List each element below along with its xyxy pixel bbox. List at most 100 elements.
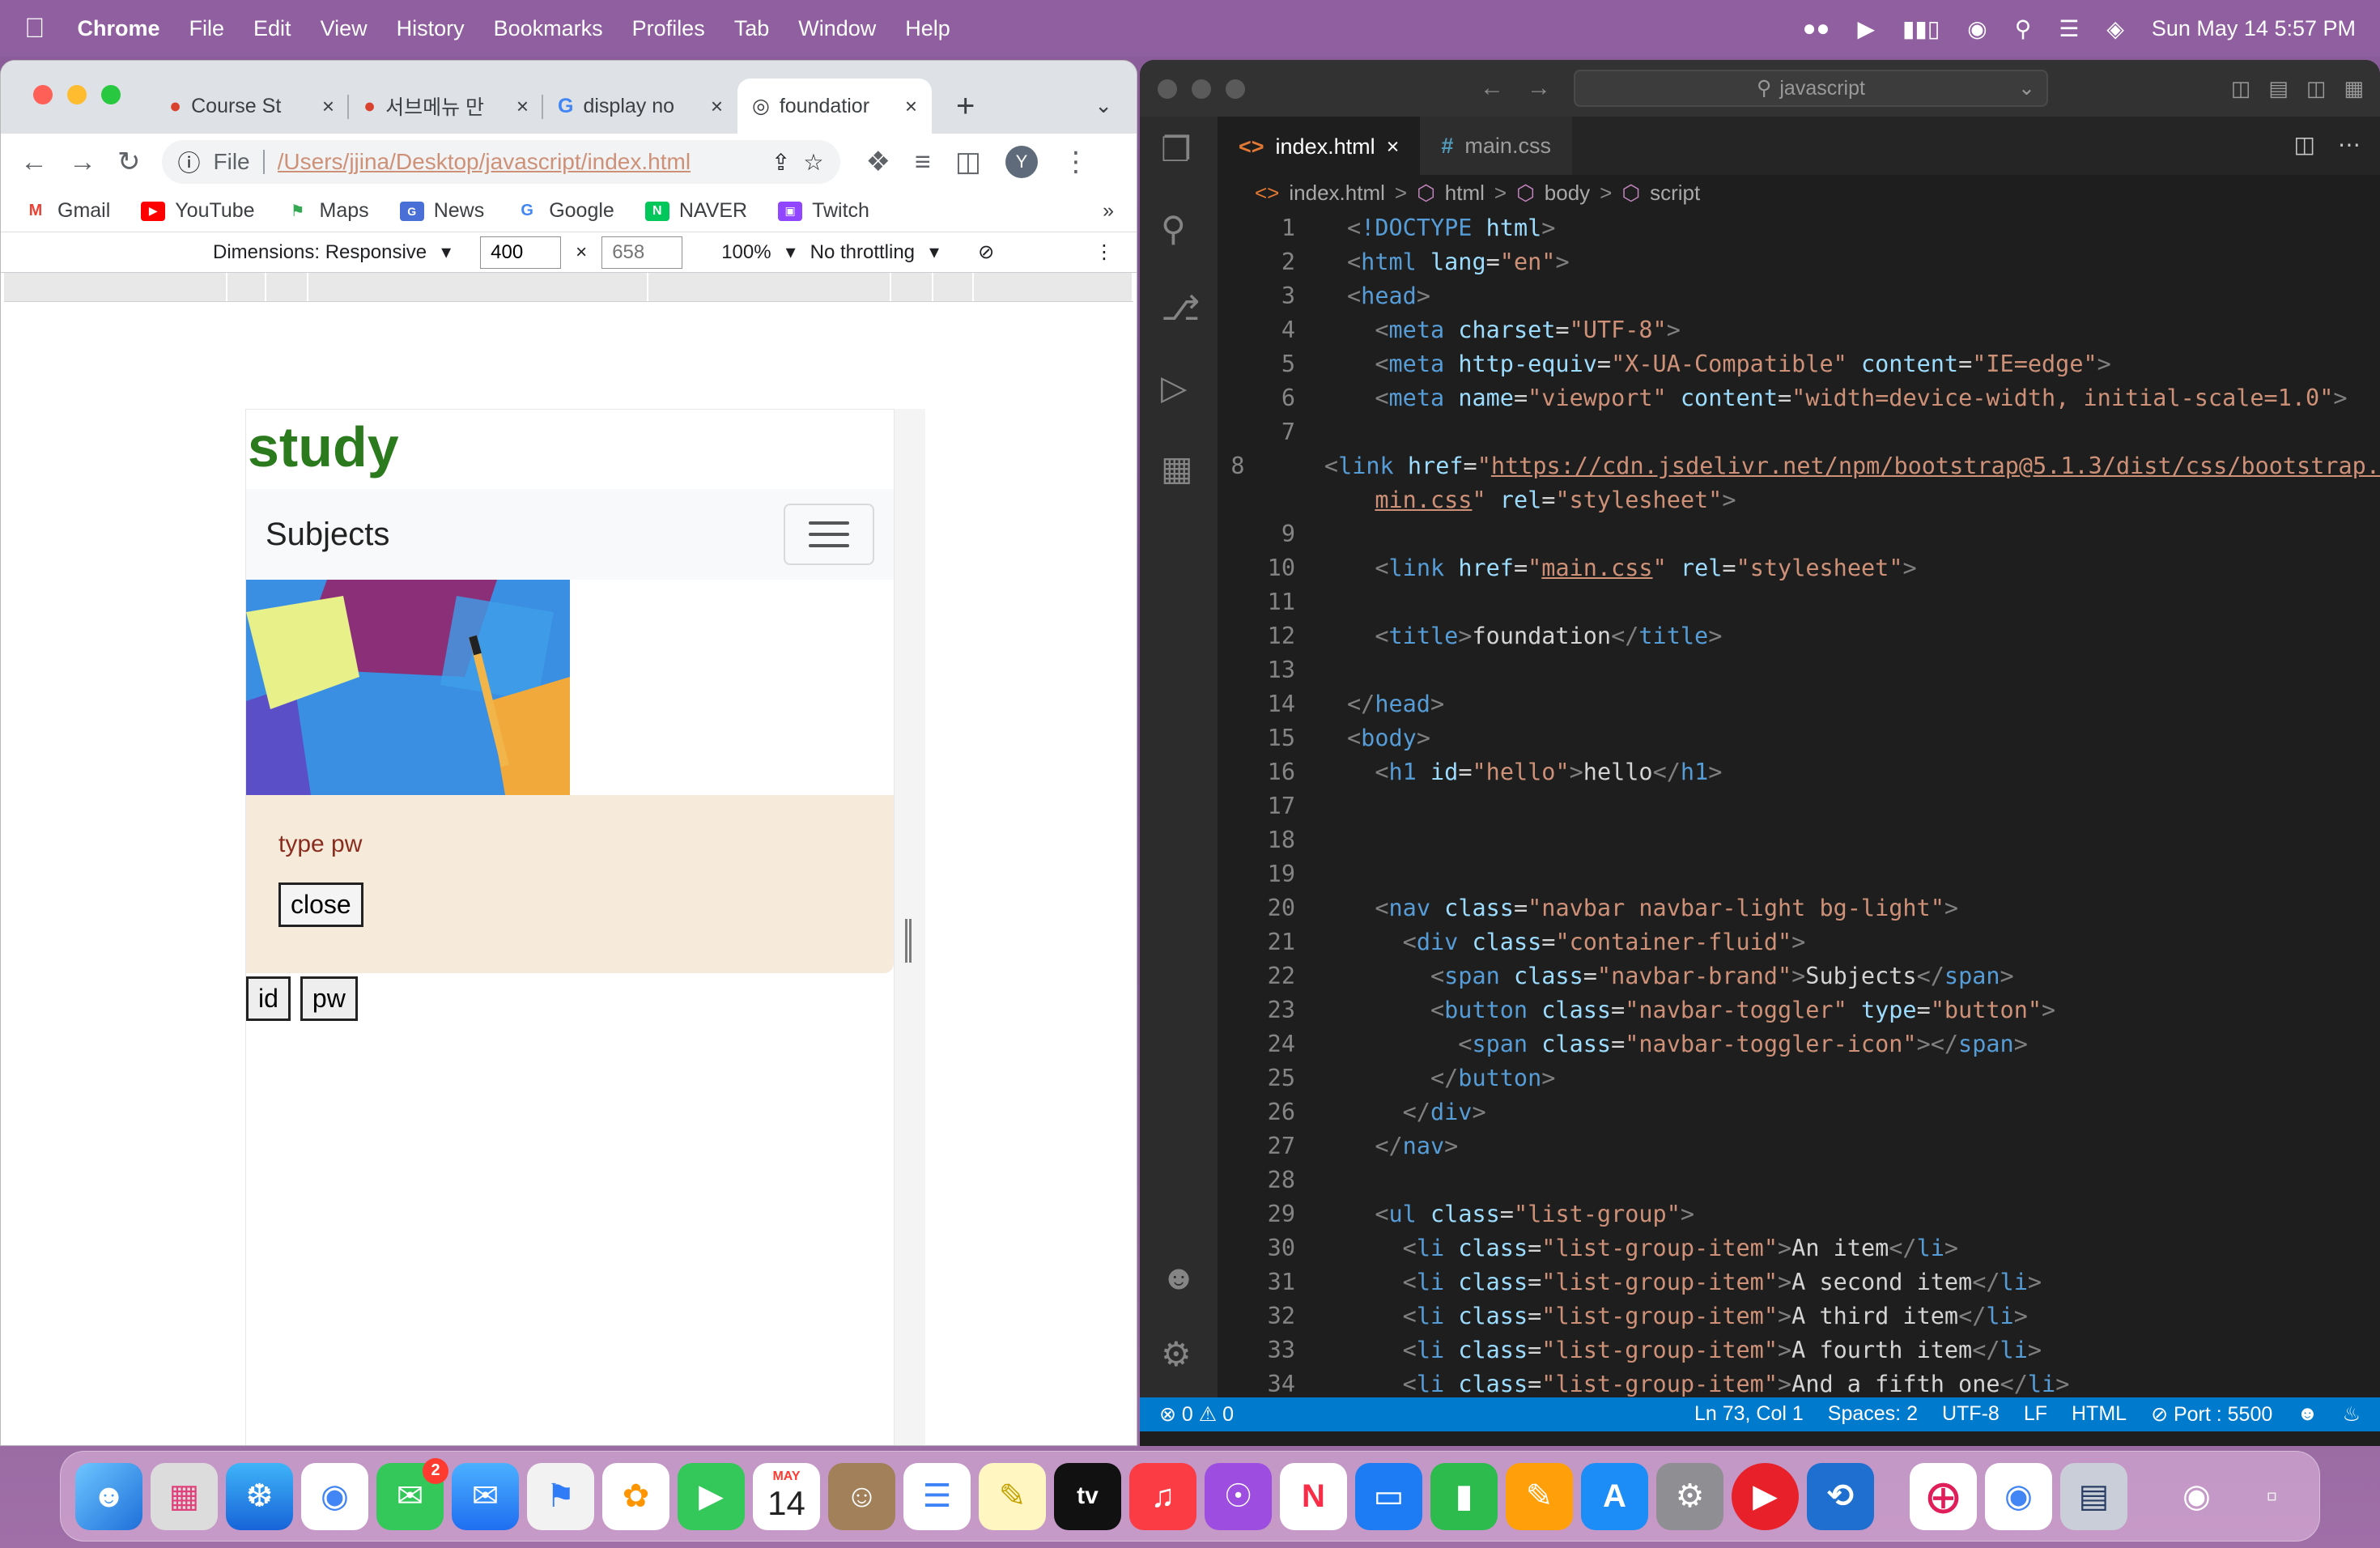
viewport-width-resize-handle[interactable]: [905, 919, 912, 963]
share-icon[interactable]: ⇪: [771, 149, 790, 176]
bookmark-twitch[interactable]: ▣ Twitch: [778, 199, 869, 223]
dropdown-caret-icon[interactable]: ▾: [441, 240, 451, 264]
rotate-icon[interactable]: ⊘: [978, 240, 994, 264]
dimensions-select[interactable]: Dimensions: Responsive: [213, 241, 427, 264]
code-line[interactable]: 3 <head>: [1218, 279, 2380, 313]
source-control-icon[interactable]: ⎇: [1161, 288, 1200, 328]
code-line[interactable]: 20 <nav class="navbar navbar-light bg-li…: [1218, 891, 2380, 925]
pw-button[interactable]: pw: [300, 976, 358, 1021]
menu-help[interactable]: Help: [905, 16, 950, 41]
encoding-status[interactable]: UTF-8: [1942, 1402, 2000, 1427]
code-line[interactable]: 33 <li class="list-group-item">A fourth …: [1218, 1333, 2380, 1367]
side-panel-icon[interactable]: ◫: [955, 146, 981, 178]
chevron-down-icon[interactable]: ⌄: [2018, 76, 2035, 100]
command-center-search[interactable]: ⚲ javascript ⌄: [1574, 70, 2048, 107]
live-server-port-status[interactable]: ⊘ Port : 5500: [2151, 1402, 2272, 1427]
forward-arrow-icon[interactable]: →: [1527, 74, 1551, 102]
video-player-icon[interactable]: ▶: [1732, 1462, 1799, 1530]
explorer-icon[interactable]: ❐: [1161, 130, 1192, 169]
notifications-bell-icon[interactable]: ♨: [2343, 1402, 2361, 1427]
code-editor[interactable]: 1 <!DOCTYPE html> 2 <html lang="en"> 3 <hea…: [1218, 211, 2380, 1397]
code-line[interactable]: 25 </button>: [1218, 1061, 2380, 1095]
browser-tab-foundation[interactable]: ◎ foundatior ×: [737, 79, 932, 134]
notes-icon[interactable]: ✎: [979, 1462, 1046, 1530]
code-line[interactable]: 14 </head>: [1218, 687, 2380, 721]
messages-icon[interactable]: ✉ 2: [376, 1457, 448, 1530]
viewport-height-input[interactable]: [601, 236, 683, 269]
more-menu-icon[interactable]: ⋮: [1062, 146, 1090, 178]
siri-icon[interactable]: ◈: [2106, 15, 2124, 42]
facetime-icon[interactable]: ▶: [678, 1462, 745, 1530]
code-line[interactable]: 22 <span class="navbar-brand">Subjects</…: [1218, 959, 2380, 993]
address-url[interactable]: /Users/jjina/Desktop/javascript/index.ht…: [278, 149, 759, 175]
zoom-window-button[interactable]: [101, 85, 121, 104]
bookmark-youtube[interactable]: ▶ YouTube: [141, 199, 255, 223]
calendar-icon[interactable]: MAY 14: [753, 1462, 820, 1530]
zoom-window-button[interactable]: [1226, 79, 1245, 99]
throttling-select[interactable]: No throttling: [810, 241, 915, 264]
spotlight-search-icon[interactable]: ⚲: [2015, 15, 2032, 42]
navbar-brand[interactable]: Subjects: [266, 517, 389, 553]
code-line[interactable]: 31 <li class="list-group-item">A second …: [1218, 1265, 2380, 1299]
device-toolbar-more-icon[interactable]: ⋮: [1094, 240, 1114, 264]
code-line[interactable]: 27 </nav>: [1218, 1129, 2380, 1163]
code-line[interactable]: 28: [1218, 1163, 2380, 1197]
more-bookmarks-button[interactable]: »: [1103, 199, 1114, 223]
reload-icon[interactable]: ↻: [117, 146, 141, 178]
breadcrumb-body[interactable]: body: [1545, 181, 1590, 206]
apple-menu-icon[interactable]: : [24, 13, 45, 45]
code-line[interactable]: 6 <meta name="viewport" content="width=d…: [1218, 381, 2380, 415]
dropdown-caret-icon[interactable]: ▾: [786, 240, 796, 264]
contacts-icon[interactable]: ☺: [828, 1462, 895, 1530]
tab-index-html[interactable]: <> index.html ×: [1218, 117, 1421, 175]
keynote-icon[interactable]: ▭: [1355, 1462, 1422, 1530]
news-icon[interactable]: N: [1280, 1462, 1347, 1530]
browser-tab-submenu[interactable]: ● 서브메뉴 만 ×: [349, 79, 543, 134]
code-line[interactable]: 18: [1218, 823, 2380, 857]
vscode-icon[interactable]: ⟲: [1807, 1462, 1874, 1530]
more-actions-icon[interactable]: ⋯: [2338, 131, 2361, 158]
close-tab-icon[interactable]: ×: [905, 94, 917, 119]
pages-icon[interactable]: ✎: [1506, 1462, 1573, 1530]
code-line[interactable]: 9: [1218, 517, 2380, 551]
maps-icon[interactable]: ⚑: [527, 1462, 594, 1530]
toggle-panel-icon[interactable]: ▤: [2268, 76, 2289, 101]
id-button[interactable]: id: [246, 976, 291, 1021]
menu-tab[interactable]: Tab: [734, 16, 770, 41]
customize-layout-icon[interactable]: ▦: [2344, 76, 2364, 101]
menu-file[interactable]: File: [189, 16, 225, 41]
code-line[interactable]: 29 <ul class="list-group">: [1218, 1197, 2380, 1231]
viewport-width-input[interactable]: [480, 236, 562, 269]
code-line[interactable]: 7: [1218, 415, 2380, 449]
close-tab-icon[interactable]: ×: [711, 94, 723, 119]
chrome-app-icon[interactable]: ◉: [1985, 1462, 2052, 1530]
code-line[interactable]: 19: [1218, 857, 2380, 891]
bookmark-star-icon[interactable]: ☆: [803, 149, 823, 176]
code-line[interactable]: 5 <meta http-equiv="X-UA-Compatible" con…: [1218, 347, 2380, 381]
zoom-select[interactable]: 100%: [721, 241, 771, 264]
close-tab-icon[interactable]: ×: [1387, 134, 1400, 159]
address-bar[interactable]: ⓘ File /Users/jjina/Desktop/javascript/i…: [161, 140, 840, 184]
code-line[interactable]: 2 <html lang="en">: [1218, 245, 2380, 279]
code-line[interactable]: 26 </div>: [1218, 1095, 2380, 1129]
code-line[interactable]: 32 <li class="list-group-item">A third i…: [1218, 1299, 2380, 1333]
dropdown-caret-icon[interactable]: ▾: [929, 240, 939, 264]
browser-tab-course[interactable]: ● Course St ×: [155, 79, 349, 134]
language-mode-status[interactable]: HTML: [2072, 1402, 2127, 1427]
extensions-puzzle-icon[interactable]: ❖: [866, 146, 890, 178]
tab-main-css[interactable]: # main.css: [1420, 117, 1572, 175]
battery-icon[interactable]: ▮▮▯: [1902, 15, 1940, 42]
system-settings-icon[interactable]: ⚙: [1656, 1462, 1723, 1530]
code-line[interactable]: 21 <div class="container-fluid">: [1218, 925, 2380, 959]
toggle-secondary-sidebar-icon[interactable]: ◫: [2306, 76, 2327, 101]
breadcrumb-file[interactable]: index.html: [1289, 181, 1385, 206]
info-icon[interactable]: ⓘ: [178, 146, 201, 178]
code-line[interactable]: 24 <span class="navbar-toggler-icon"></s…: [1218, 1027, 2380, 1061]
code-line[interactable]: 10 <link href="main.css" rel="stylesheet…: [1218, 551, 2380, 585]
control-center-icon[interactable]: ☰: [2059, 15, 2079, 42]
numbers-icon[interactable]: ▮: [1430, 1462, 1498, 1530]
podcasts-icon[interactable]: ☉: [1205, 1462, 1272, 1530]
finder-icon[interactable]: ☻: [75, 1462, 142, 1530]
close-window-button[interactable]: [33, 85, 53, 104]
navbar-toggler-button[interactable]: [784, 504, 874, 565]
